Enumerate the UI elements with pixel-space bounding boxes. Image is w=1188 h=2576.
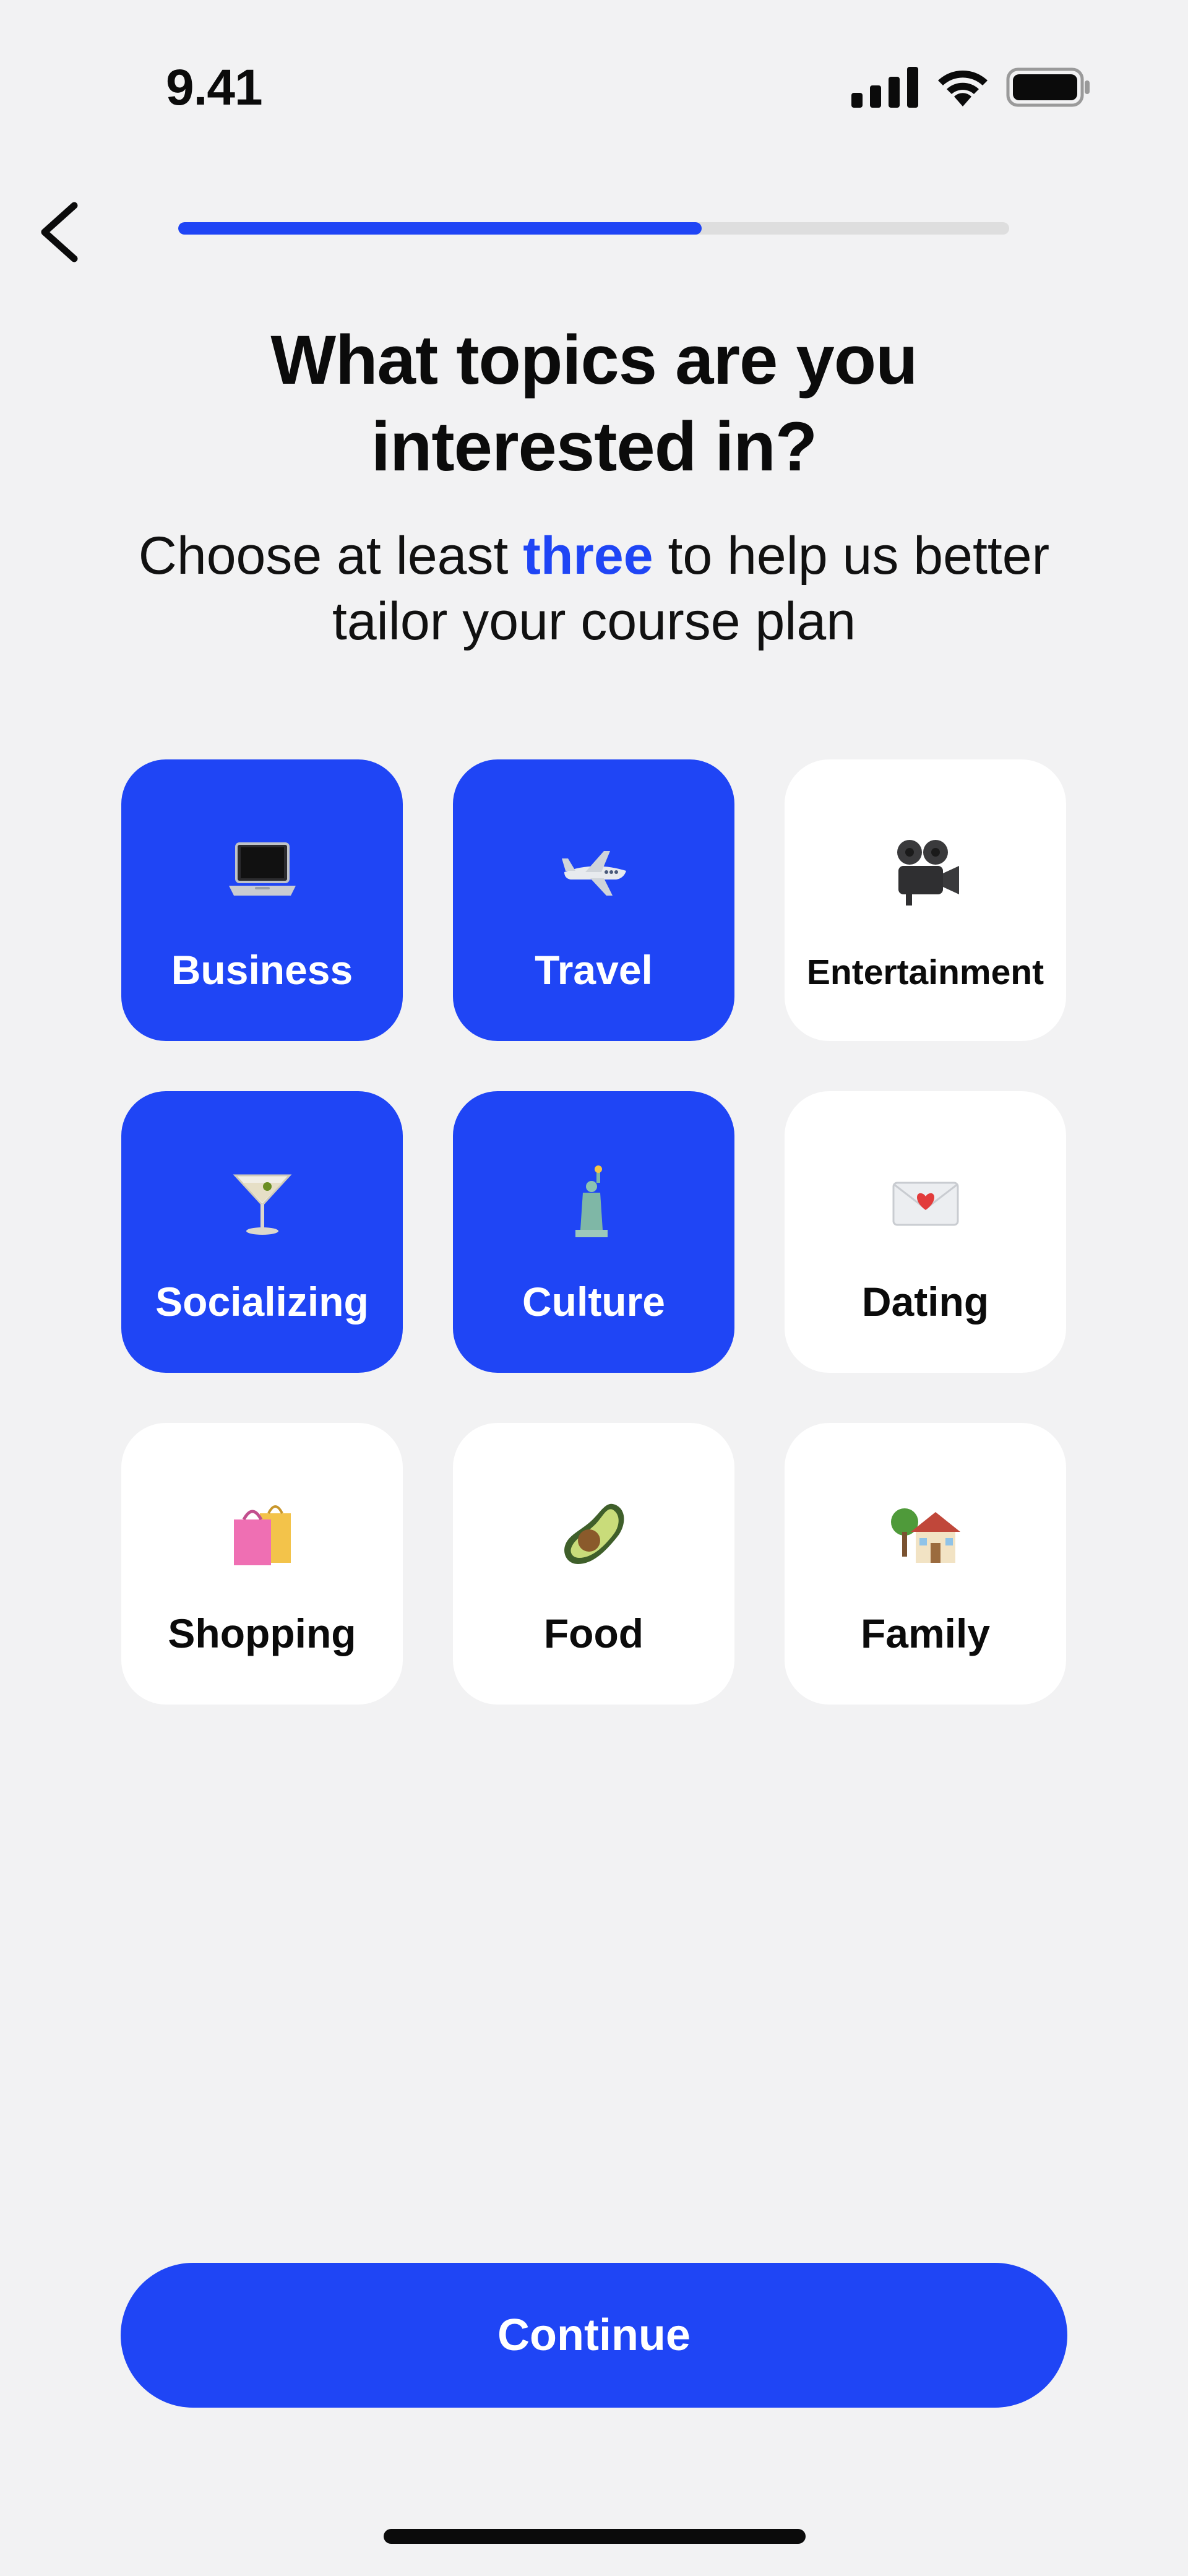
status-time: 9.41 [166,59,263,116]
topic-card-family[interactable]: Family [785,1423,1066,1705]
topic-card-dating[interactable]: Dating [785,1091,1066,1373]
statue-of-liberty-icon [453,1159,734,1246]
topic-label: Dating [861,1279,989,1325]
home-indicator [384,2529,806,2544]
topic-label: Food [543,1610,644,1656]
topic-label: Family [860,1610,991,1656]
topic-card-entertainment[interactable]: Entertainment [785,759,1066,1041]
onboarding-topics-screen: 9.41 What topics are you interested in? … [0,0,1188,2576]
topic-grid: Business Travel Entertainment Socializin… [121,759,1067,1705]
topic-label: Entertainment [806,953,1044,992]
topic-label: Socializing [155,1279,369,1325]
chevron-left-icon [41,202,78,262]
topic-card-socializing[interactable]: Socializing [121,1091,403,1373]
topic-label: Travel [535,947,653,993]
progress-fill [178,222,702,235]
battery-icon [1006,67,1090,107]
page-title: What topics are you interested in? [270,321,918,485]
topic-card-shopping[interactable]: Shopping [121,1423,403,1705]
wifi-icon [938,71,988,106]
shopping-bags-icon [121,1491,403,1578]
cocktail-glass-icon [121,1159,403,1246]
topic-label: Business [171,947,353,993]
topic-card-food[interactable]: Food [453,1423,734,1705]
progress-bar [178,222,1009,235]
topic-label: Shopping [168,1610,356,1656]
love-letter-icon [785,1159,1066,1246]
house-with-garden-icon [785,1491,1066,1578]
subtitle-text-start: Choose at least [138,526,523,586]
movie-camera-icon [785,828,1066,914]
topic-card-culture[interactable]: Culture [453,1091,734,1373]
page-subtitle: Choose at least three to help us better … [99,523,1089,654]
topic-label: Culture [522,1279,665,1325]
topic-card-business[interactable]: Business [121,759,403,1041]
avocado-icon [453,1491,734,1578]
subtitle-highlight: three [523,526,653,586]
continue-button[interactable]: Continue [121,2263,1067,2408]
topic-card-travel[interactable]: Travel [453,759,734,1041]
laptop-icon [121,828,403,914]
back-button[interactable] [14,186,106,279]
cellular-signal-icon [851,67,918,108]
airplane-icon [453,828,734,914]
